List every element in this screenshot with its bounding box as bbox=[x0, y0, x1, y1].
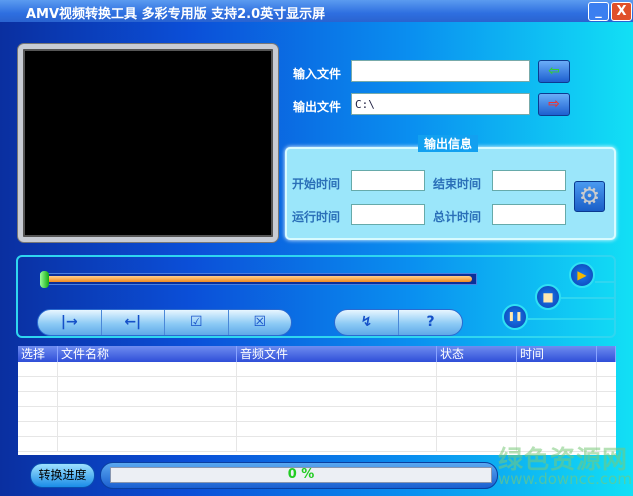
seek-slider-thumb[interactable] bbox=[40, 271, 49, 288]
table-cell bbox=[18, 392, 58, 406]
video-preview bbox=[18, 44, 278, 242]
help-button[interactable]: ? bbox=[399, 310, 462, 335]
total-time-label: 总计时间 bbox=[433, 210, 482, 224]
browse-input-button[interactable]: ⇦ bbox=[538, 60, 570, 83]
run-time-field[interactable] bbox=[351, 204, 425, 225]
table-cell bbox=[517, 422, 597, 436]
table-cell bbox=[437, 377, 517, 391]
column-header-status[interactable]: 状态 bbox=[437, 346, 517, 362]
column-header-time[interactable]: 时间 bbox=[517, 346, 597, 362]
table-body bbox=[18, 362, 616, 452]
mark-in-button[interactable]: |→ bbox=[38, 310, 102, 335]
table-cell bbox=[437, 407, 517, 421]
start-time-label: 开始时间 bbox=[292, 177, 341, 191]
table-row[interactable] bbox=[18, 407, 616, 422]
column-header-filler bbox=[597, 346, 616, 362]
table-cell bbox=[517, 392, 597, 406]
title-bar: AMV视频转换工具 多彩专用版 支持2.0英寸显示屏 bbox=[0, 0, 633, 22]
table-cell bbox=[517, 407, 597, 421]
run-time-label: 运行时间 bbox=[292, 210, 341, 224]
column-header-audio[interactable]: 音频文件 bbox=[237, 346, 437, 362]
close-button[interactable]: X bbox=[611, 2, 632, 21]
table-cell bbox=[517, 377, 597, 391]
table-header: 选择 文件名称 音频文件 状态 时间 bbox=[18, 346, 616, 362]
input-file-label: 输入文件 bbox=[293, 67, 342, 81]
output-file-field[interactable] bbox=[351, 93, 530, 115]
table-cell bbox=[237, 407, 437, 421]
total-time-field[interactable] bbox=[492, 204, 566, 225]
seek-slider-fill bbox=[44, 276, 472, 282]
column-header-select[interactable]: 选择 bbox=[18, 346, 58, 362]
file-table: 选择 文件名称 音频文件 状态 时间 bbox=[18, 346, 616, 455]
play-icon: ▶ bbox=[577, 268, 587, 282]
folder-arrow-right-icon: ⇨ bbox=[548, 96, 560, 112]
end-time-field[interactable] bbox=[492, 170, 566, 191]
table-row[interactable] bbox=[18, 392, 616, 407]
wire bbox=[561, 297, 616, 299]
window-title: AMV视频转换工具 多彩专用版 支持2.0英寸显示屏 bbox=[26, 7, 326, 22]
column-header-filename[interactable]: 文件名称 bbox=[58, 346, 237, 362]
progress-text: 0 % bbox=[287, 467, 315, 482]
watermark-url: www.downcc.com bbox=[498, 470, 632, 488]
table-cell bbox=[18, 377, 58, 391]
tool-button-group: ↯ ? bbox=[334, 309, 463, 336]
convert-button[interactable]: ↯ bbox=[335, 310, 399, 335]
mark-out-button[interactable]: ←| bbox=[102, 310, 165, 335]
table-cell bbox=[58, 392, 237, 406]
wire bbox=[595, 281, 616, 283]
table-cell bbox=[18, 362, 58, 376]
table-row[interactable] bbox=[18, 422, 616, 437]
table-cell bbox=[18, 437, 58, 451]
stop-button[interactable]: ■ bbox=[535, 284, 561, 310]
table-cell bbox=[237, 377, 437, 391]
settings-button[interactable]: ⚙ bbox=[574, 181, 605, 212]
delete-button[interactable]: ☒ bbox=[229, 310, 292, 335]
input-file-field[interactable] bbox=[351, 60, 530, 82]
table-cell bbox=[58, 362, 237, 376]
table-cell bbox=[237, 422, 437, 436]
output-info-title: 输出信息 bbox=[418, 135, 479, 152]
table-cell bbox=[437, 362, 517, 376]
table-cell bbox=[58, 437, 237, 451]
progress-bar: 0 % bbox=[110, 467, 492, 483]
table-cell bbox=[58, 407, 237, 421]
table-cell bbox=[237, 392, 437, 406]
table-cell bbox=[237, 362, 437, 376]
table-cell bbox=[58, 422, 237, 436]
table-row[interactable] bbox=[18, 362, 616, 377]
start-time-field[interactable] bbox=[351, 170, 425, 191]
play-button[interactable]: ▶ bbox=[569, 262, 595, 288]
wire bbox=[528, 318, 616, 320]
select-all-button[interactable]: ☑ bbox=[165, 310, 229, 335]
folder-arrow-left-icon: ⇦ bbox=[548, 63, 560, 79]
table-cell bbox=[517, 362, 597, 376]
pause-icon: ❚❚ bbox=[507, 312, 523, 322]
stop-icon: ■ bbox=[542, 290, 554, 304]
table-cell bbox=[58, 377, 237, 391]
table-cell bbox=[18, 407, 58, 421]
table-cell bbox=[237, 437, 437, 451]
output-info-group bbox=[285, 147, 616, 240]
gear-icon: ⚙ bbox=[578, 182, 601, 210]
end-time-label: 结束时间 bbox=[433, 177, 482, 191]
table-row[interactable] bbox=[18, 377, 616, 392]
conversion-progress-button[interactable]: 转换进度 bbox=[30, 463, 95, 488]
table-cell bbox=[437, 422, 517, 436]
pause-button[interactable]: ❚❚ bbox=[502, 304, 528, 330]
browse-output-button[interactable]: ⇨ bbox=[538, 93, 570, 116]
table-cell bbox=[18, 422, 58, 436]
edit-button-group: |→ ←| ☑ ☒ bbox=[37, 309, 292, 336]
output-file-label: 输出文件 bbox=[293, 100, 342, 114]
table-cell bbox=[437, 392, 517, 406]
minimize-button[interactable]: _ bbox=[588, 2, 609, 21]
